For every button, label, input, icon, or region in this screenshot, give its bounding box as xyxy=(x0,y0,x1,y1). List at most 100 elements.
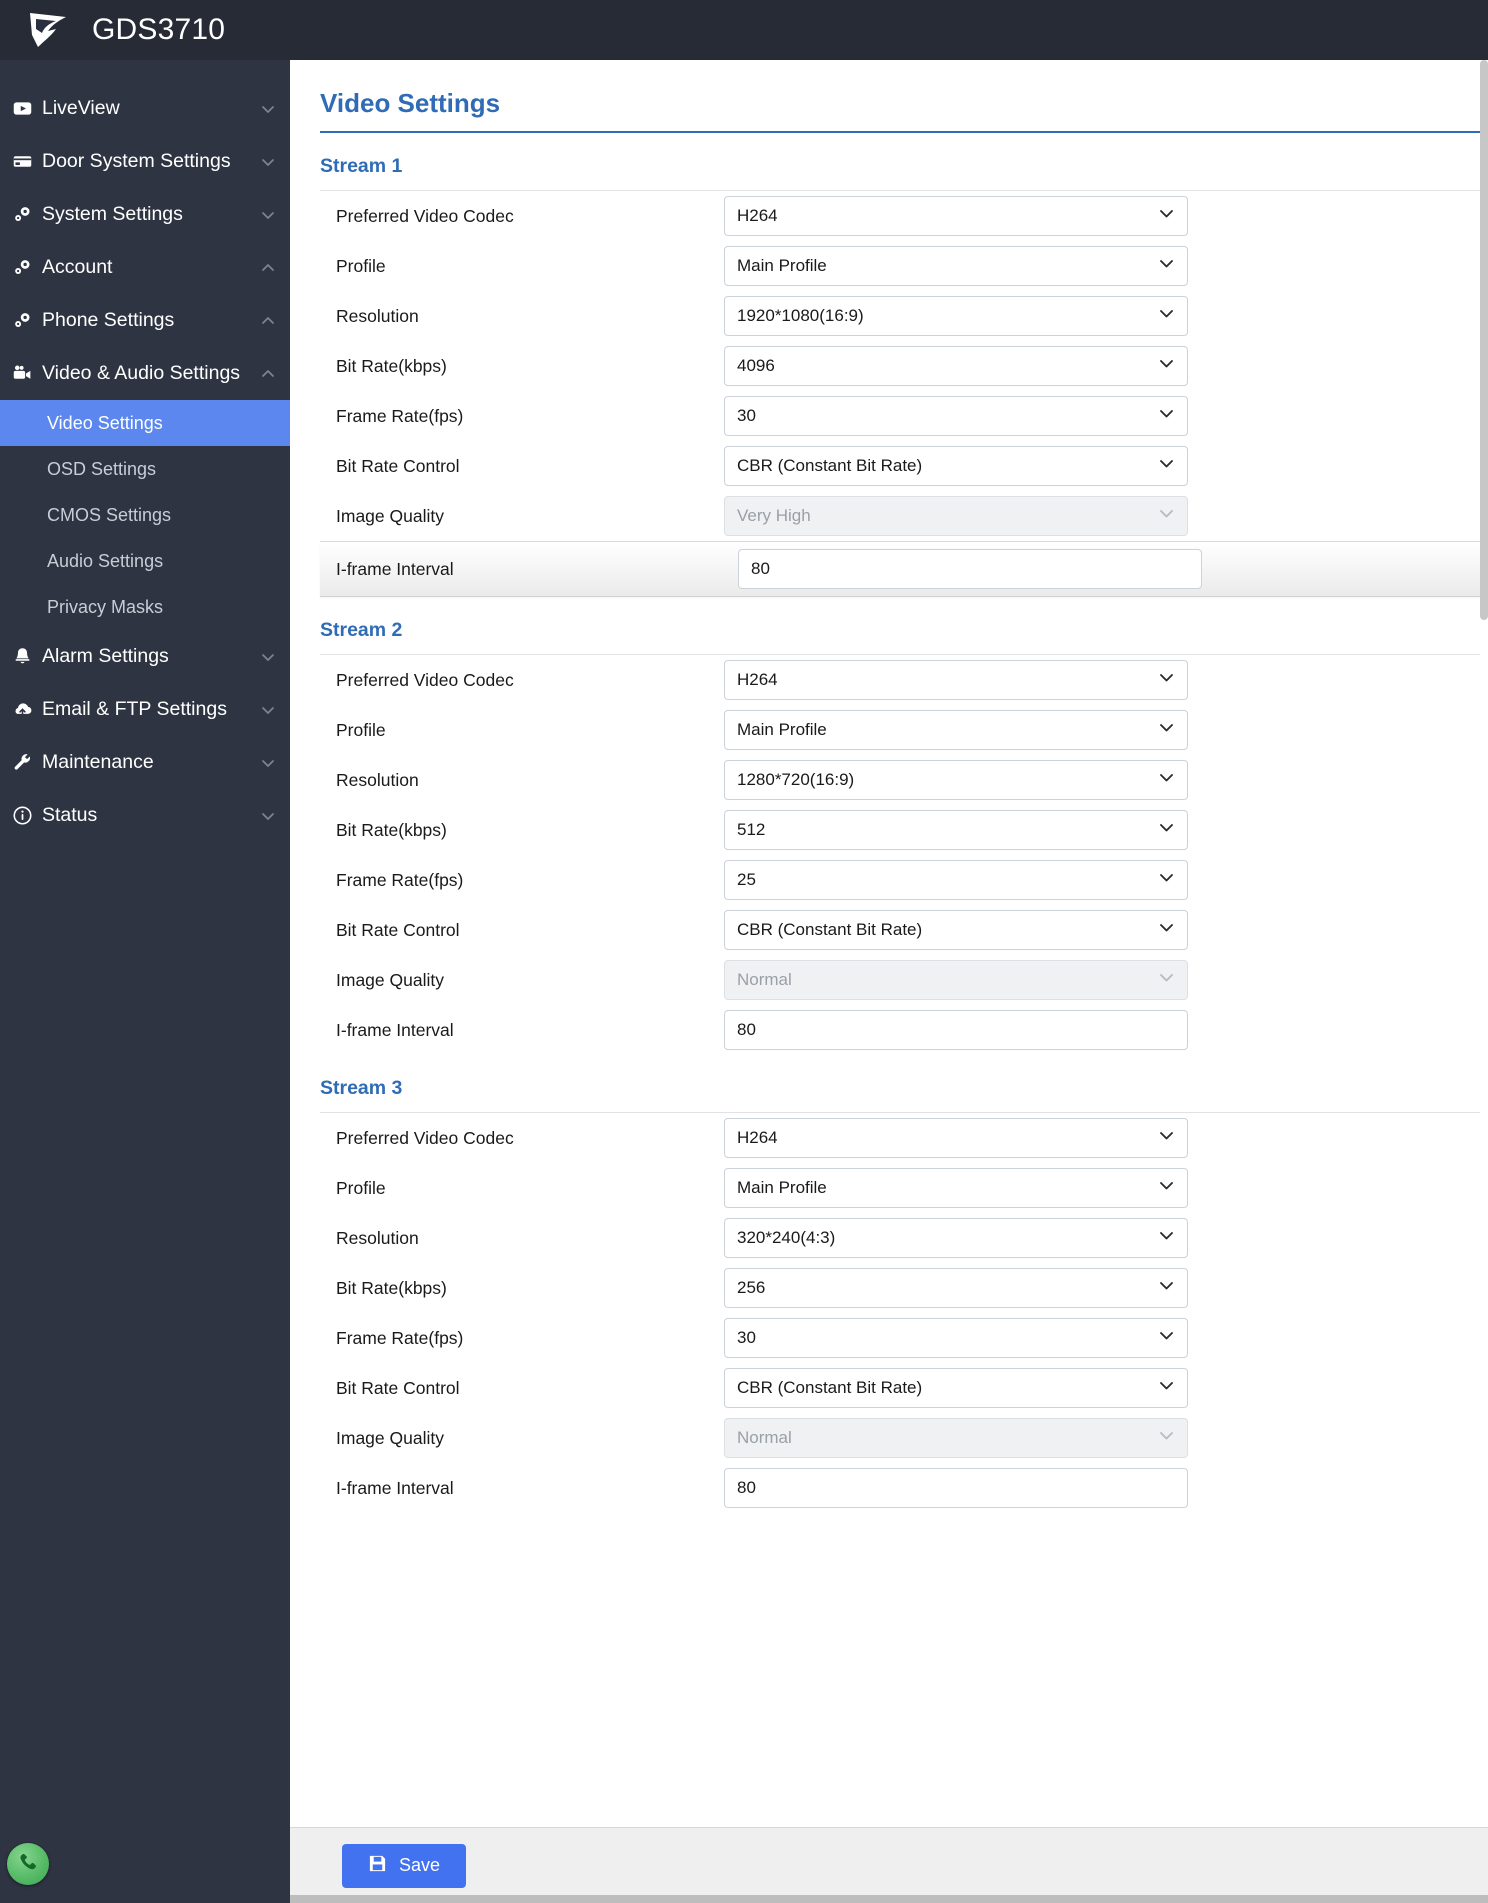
setting-row: Preferred Video Codec H264 xyxy=(290,1113,1488,1163)
dropdown-select[interactable]: 1920*1080(16:9) xyxy=(724,296,1188,336)
setting-row: Bit Rate Control CBR (Constant Bit Rate) xyxy=(290,905,1488,955)
sidebar-subitem-video-settings[interactable]: Video Settings xyxy=(0,400,290,446)
setting-control[interactable]: Main Profile xyxy=(724,246,1188,286)
setting-control[interactable]: 4096 xyxy=(724,346,1188,386)
body-split: LiveView Door System Settings System Set… xyxy=(0,60,1488,1903)
setting-control[interactable]: H264 xyxy=(724,1118,1188,1158)
dropdown-select[interactable]: H264 xyxy=(724,196,1188,236)
chevron-down-icon[interactable] xyxy=(260,155,274,169)
sidebar-item-door-system-settings[interactable]: Door System Settings xyxy=(0,135,290,188)
setting-control[interactable]: Main Profile xyxy=(724,710,1188,750)
setting-label: Image Quality xyxy=(336,505,444,526)
setting-row: Profile Main Profile xyxy=(290,1163,1488,1213)
setting-row: I-frame Interval 80 xyxy=(290,1005,1488,1055)
setting-control[interactable]: 80 xyxy=(724,1468,1188,1508)
dropdown-select[interactable]: CBR (Constant Bit Rate) xyxy=(724,910,1188,950)
info-circle-icon xyxy=(12,805,42,826)
setting-control[interactable]: Main Profile xyxy=(724,1168,1188,1208)
save-button-label: Save xyxy=(399,1855,441,1875)
sidebar-subitem-cmos-settings[interactable]: CMOS Settings xyxy=(0,492,290,538)
setting-row: Bit Rate(kbps) 512 xyxy=(290,805,1488,855)
setting-control[interactable]: CBR (Constant Bit Rate) xyxy=(724,910,1188,950)
chevron-up-icon[interactable] xyxy=(260,367,274,381)
sidebar-subitem-privacy-masks[interactable]: Privacy Masks xyxy=(0,584,290,630)
dropdown-select[interactable]: 256 xyxy=(724,1268,1188,1308)
dropdown-select[interactable]: CBR (Constant Bit Rate) xyxy=(724,446,1188,486)
sidebar-secondary-group: Alarm Settings Email & FTP Settings Main… xyxy=(0,630,290,842)
setting-row: Bit Rate(kbps) 256 xyxy=(290,1263,1488,1313)
dropdown-select[interactable]: 1280*720(16:9) xyxy=(724,760,1188,800)
dropdown-select[interactable]: 25 xyxy=(724,860,1188,900)
setting-control[interactable]: 30 xyxy=(724,1318,1188,1358)
chevron-down-icon[interactable] xyxy=(260,703,274,717)
setting-control[interactable]: 512 xyxy=(724,810,1188,850)
stream-section: Stream 3 Preferred Video Codec H264 Prof… xyxy=(290,1055,1488,1513)
dropdown-select[interactable]: Main Profile xyxy=(724,710,1188,750)
setting-control[interactable]: H264 xyxy=(724,196,1188,236)
setting-control[interactable]: 80 xyxy=(738,549,1202,589)
sidebar-item-account[interactable]: Account xyxy=(0,241,290,294)
horizontal-scrollbar[interactable] xyxy=(290,1895,1488,1903)
sidebar-item-label: Alarm Settings xyxy=(42,645,169,667)
dropdown-select[interactable]: 30 xyxy=(724,1318,1188,1358)
setting-label: Frame Rate(fps) xyxy=(336,869,464,890)
dropdown-select[interactable]: Main Profile xyxy=(724,246,1188,286)
dropdown-select[interactable]: H264 xyxy=(724,660,1188,700)
chevron-down-icon[interactable] xyxy=(260,102,274,116)
chevron-up-icon[interactable] xyxy=(260,314,274,328)
sidebar-item-video-audio-settings[interactable]: Video & Audio Settings xyxy=(0,347,290,400)
text-input[interactable]: 80 xyxy=(724,1010,1188,1050)
chevron-down-icon[interactable] xyxy=(260,809,274,823)
setting-label: Bit Rate Control xyxy=(336,455,460,476)
call-button[interactable] xyxy=(7,1843,49,1885)
setting-control: Normal xyxy=(724,960,1188,1000)
sidebar-item-system-settings[interactable]: System Settings xyxy=(0,188,290,241)
text-input[interactable]: 80 xyxy=(724,1468,1188,1508)
dropdown-select[interactable]: Main Profile xyxy=(724,1168,1188,1208)
setting-control[interactable]: 320*240(4:3) xyxy=(724,1218,1188,1258)
save-button[interactable]: Save xyxy=(342,1843,467,1888)
sidebar-item-status[interactable]: Status xyxy=(0,789,290,842)
dropdown-select[interactable]: 512 xyxy=(724,810,1188,850)
sidebar-item-alarm-settings[interactable]: Alarm Settings xyxy=(0,630,290,683)
dropdown-select[interactable]: 30 xyxy=(724,396,1188,436)
sidebar-item-liveview[interactable]: LiveView xyxy=(0,82,290,135)
setting-control[interactable]: 30 xyxy=(724,396,1188,436)
setting-label: Resolution xyxy=(336,1227,419,1248)
setting-control[interactable]: 1280*720(16:9) xyxy=(724,760,1188,800)
setting-row: Bit Rate(kbps) 4096 xyxy=(290,341,1488,391)
chevron-up-icon[interactable] xyxy=(260,261,274,275)
setting-value: Normal xyxy=(737,1428,792,1447)
text-input[interactable]: 80 xyxy=(738,549,1202,589)
setting-control[interactable]: H264 xyxy=(724,660,1188,700)
sidebar-subitem-audio-settings[interactable]: Audio Settings xyxy=(0,538,290,584)
sidebar-subitem-label: Audio Settings xyxy=(47,550,164,571)
setting-row: I-frame Interval 80 xyxy=(320,541,1488,597)
sidebar-subitem-label: CMOS Settings xyxy=(47,504,172,525)
sidebar-subitem-osd-settings[interactable]: OSD Settings xyxy=(0,446,290,492)
sidebar-item-maintenance[interactable]: Maintenance xyxy=(0,736,290,789)
chevron-down-icon[interactable] xyxy=(260,650,274,664)
setting-control[interactable]: 256 xyxy=(724,1268,1188,1308)
setting-control[interactable]: 1920*1080(16:9) xyxy=(724,296,1188,336)
chevron-down-icon[interactable] xyxy=(260,208,274,222)
setting-control[interactable]: 80 xyxy=(724,1010,1188,1050)
setting-control[interactable]: 25 xyxy=(724,860,1188,900)
setting-row: Resolution 1280*720(16:9) xyxy=(290,755,1488,805)
dropdown-select[interactable]: 320*240(4:3) xyxy=(724,1218,1188,1258)
video-play-icon xyxy=(12,98,42,119)
dropdown-select[interactable]: CBR (Constant Bit Rate) xyxy=(724,1368,1188,1408)
sidebar-item-label: Phone Settings xyxy=(42,309,175,331)
setting-control[interactable]: CBR (Constant Bit Rate) xyxy=(724,446,1188,486)
dropdown-select[interactable]: H264 xyxy=(724,1118,1188,1158)
sidebar-item-email-ftp-settings[interactable]: Email & FTP Settings xyxy=(0,683,290,736)
sidebar-item-phone-settings[interactable]: Phone Settings xyxy=(0,294,290,347)
setting-control[interactable]: CBR (Constant Bit Rate) xyxy=(724,1368,1188,1408)
vertical-scrollbar[interactable] xyxy=(1480,60,1488,1827)
setting-row: Bit Rate Control CBR (Constant Bit Rate) xyxy=(290,441,1488,491)
chevron-down-icon[interactable] xyxy=(260,756,274,770)
setting-value: Main Profile xyxy=(737,720,827,739)
dropdown-select[interactable]: 4096 xyxy=(724,346,1188,386)
sidebar-primary-group: LiveView Door System Settings System Set… xyxy=(0,82,290,400)
vertical-scrollbar-thumb[interactable] xyxy=(1480,60,1488,620)
